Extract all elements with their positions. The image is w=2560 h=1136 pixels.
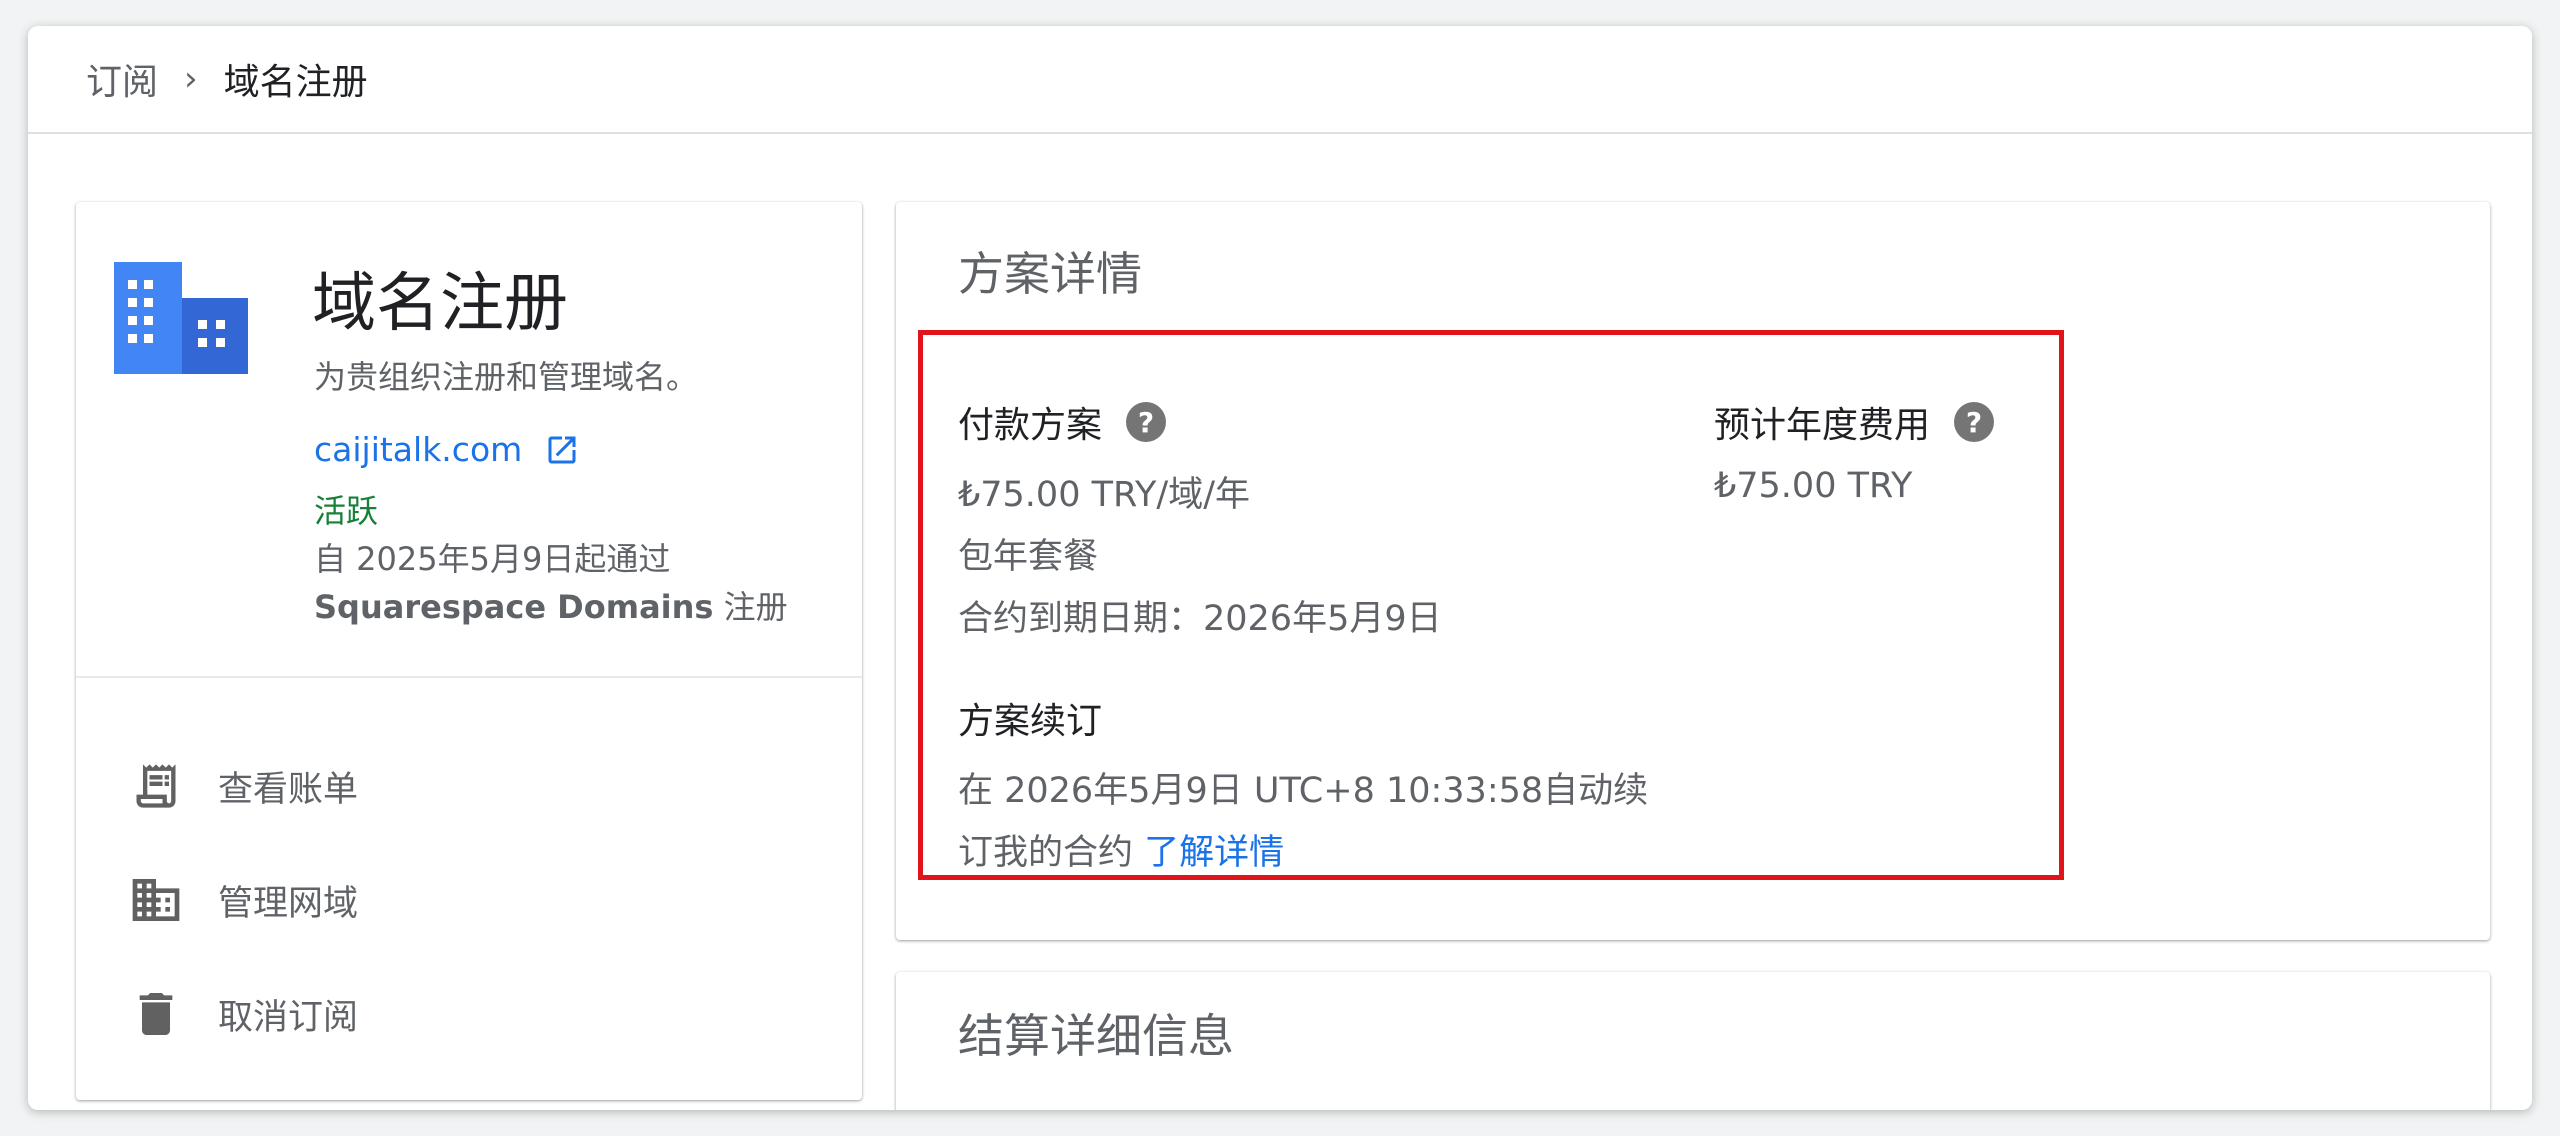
registration-info: 自 2025年5月9日起通过 <box>314 540 671 578</box>
registrar-suffix: 注册 <box>713 588 788 626</box>
product-description: 为贵组织注册和管理域名。 <box>314 358 699 396</box>
billing-details-title: 结算详细信息 <box>958 1009 1234 1063</box>
manage-domains-button[interactable]: 管理网域 <box>76 850 862 950</box>
annual-cost-label: 预计年度费用 ? <box>1714 396 1995 448</box>
renewal-info-line2: 订我的合约 了解详情 <box>958 824 1284 875</box>
contract-end-date: 合约到期日期：2026年5月9日 <box>958 599 1442 639</box>
renewal-label: 方案续订 <box>958 692 1102 744</box>
billing-details-card: 结算详细信息 <box>896 972 2490 1110</box>
trash-icon <box>126 984 186 1044</box>
action-label: 取消订阅 <box>218 997 359 1038</box>
app-window: 订阅 › 域名注册 域名注册 为贵组织注册和管理域名。 caijitalk.co… <box>28 26 2532 1110</box>
view-bills-button[interactable]: 查看账单 <box>76 736 862 836</box>
action-label: 管理网域 <box>218 883 359 924</box>
annual-cost-text: 预计年度费用 <box>1714 405 1931 446</box>
open-in-new-icon[interactable] <box>544 432 580 468</box>
domain-link[interactable]: caijitalk.com <box>314 430 580 469</box>
payment-plan-label: 付款方案 ? <box>958 396 1167 448</box>
action-label: 查看账单 <box>218 769 359 810</box>
plan-price: ₺75.00 TRY/域/年 <box>958 475 1251 515</box>
plan-type: 包年套餐 <box>958 537 1099 577</box>
breadcrumb-current: 域名注册 <box>223 62 368 103</box>
building-icon <box>126 870 186 930</box>
domain-name[interactable]: caijitalk.com <box>314 430 522 469</box>
renewal-info-text: 订我的合约 <box>958 833 1134 873</box>
cancel-subscription-button[interactable]: 取消订阅 <box>76 964 862 1064</box>
help-icon[interactable]: ? <box>1954 402 1995 442</box>
status-badge: 活跃 <box>314 492 379 530</box>
annual-cost-value: ₺75.00 TRY <box>1714 466 1913 506</box>
learn-more-link[interactable]: 了解详情 <box>1144 833 1284 873</box>
help-icon[interactable]: ? <box>1126 402 1167 442</box>
receipt-icon <box>126 756 186 816</box>
plan-details-card: 方案详情 付款方案 ? ₺75.00 TRY/域/年 包年套餐 合约到期日期：2… <box>896 202 2490 940</box>
product-title: 域名注册 <box>312 267 568 341</box>
plan-details-title: 方案详情 <box>958 247 1142 301</box>
product-card: 域名注册 为贵组织注册和管理域名。 caijitalk.com 活跃 自 202… <box>76 202 862 1100</box>
building-product-icon <box>114 262 248 374</box>
breadcrumb: 订阅 › 域名注册 <box>28 26 2532 134</box>
renewal-text: 方案续订 <box>958 701 1103 742</box>
payment-plan-text: 付款方案 <box>958 405 1103 446</box>
divider <box>76 676 862 678</box>
chevron-right-icon: › <box>184 59 198 99</box>
breadcrumb-subscriptions[interactable]: 订阅 <box>86 53 158 105</box>
registrar-info: Squarespace Domains 注册 <box>314 582 788 628</box>
renewal-info-line1: 在 2026年5月9日 UTC+8 10:33:58自动续 <box>958 771 1649 811</box>
registrar-name: Squarespace Domains <box>314 588 714 626</box>
